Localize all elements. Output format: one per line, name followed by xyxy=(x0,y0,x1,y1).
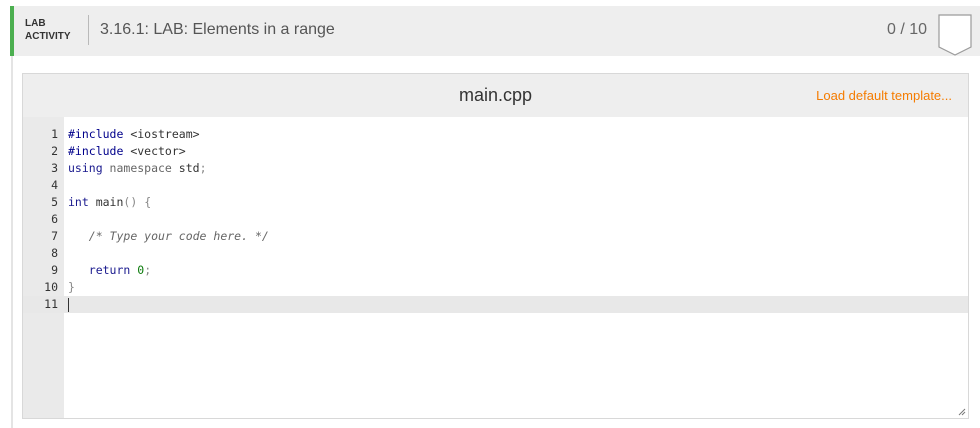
code-token: ; xyxy=(144,263,152,277)
code-line[interactable]: 1 #include <iostream> xyxy=(23,126,968,143)
line-number: 4 xyxy=(51,178,58,192)
code-token: ; xyxy=(199,161,207,175)
line-number: 11 xyxy=(44,297,58,311)
line-number: 8 xyxy=(51,246,58,260)
line-number: 6 xyxy=(51,212,58,226)
lab-title: 3.16.1: LAB: Elements in a range xyxy=(100,21,335,38)
line-code: /* Type your code here. */ xyxy=(68,228,269,245)
shield-badge-icon xyxy=(938,14,972,56)
line-number: 2 xyxy=(51,144,58,158)
code-token: #include xyxy=(68,127,124,141)
code-line[interactable]: 8 xyxy=(23,245,968,262)
editor-header: main.cpp Load default template... xyxy=(23,74,968,117)
code-token: using xyxy=(68,161,103,175)
line-number: 1 xyxy=(51,127,58,141)
code-token: return xyxy=(88,263,131,277)
line-code: using namespace std; xyxy=(68,160,207,177)
text-cursor xyxy=(68,297,69,312)
header-divider xyxy=(88,15,89,45)
code-line[interactable]: 10} xyxy=(23,279,968,296)
line-code: int main() { xyxy=(68,194,151,211)
code-token: /* Type your code here. */ xyxy=(88,229,269,243)
code-token: #include xyxy=(68,144,124,158)
lab-accent-bar xyxy=(10,6,14,56)
line-code: #include <iostream> xyxy=(68,126,200,143)
lab-tag-line2: ACTIVITY xyxy=(25,31,71,42)
lab-score: 0 / 10 xyxy=(887,21,928,38)
code-line[interactable]: 7 /* Type your code here. */ xyxy=(23,228,968,245)
code-token: } xyxy=(68,280,75,294)
line-number: 3 xyxy=(51,161,58,175)
code-line[interactable]: 9 return 0; xyxy=(23,262,968,279)
code-editor-panel: main.cpp Load default template... 1 #incl… xyxy=(22,73,969,419)
code-line[interactable]: 11 xyxy=(23,296,968,313)
lab-activity-tag: LAB ACTIVITY xyxy=(25,17,71,43)
code-token: main xyxy=(88,195,124,209)
code-line[interactable]: 6 xyxy=(23,211,968,228)
code-token: { xyxy=(144,195,152,209)
line-number: 10 xyxy=(44,280,58,294)
lab-tag-line1: LAB xyxy=(25,18,46,29)
code-line[interactable]: 4 xyxy=(23,177,968,194)
line-code xyxy=(68,296,69,313)
code-line[interactable]: 3 using namespace std; xyxy=(23,160,968,177)
line-number: 7 xyxy=(51,229,58,243)
code-area[interactable]: 1 #include <iostream> 2 #include <vector> 3 u… xyxy=(23,126,968,313)
content-left-rule xyxy=(11,56,13,428)
code-token: <vector> xyxy=(123,144,186,158)
line-code: } xyxy=(68,279,75,296)
load-default-template-link[interactable]: Load default template... xyxy=(816,88,952,103)
resize-grip-icon[interactable] xyxy=(956,406,966,416)
code-line[interactable]: 2 #include <vector> xyxy=(23,143,968,160)
line-code: #include <vector> xyxy=(68,143,186,160)
code-token: std xyxy=(171,161,200,175)
code-token: int xyxy=(68,195,89,209)
lab-header: LAB ACTIVITY 3.16.1: LAB: Elements in a … xyxy=(10,6,980,56)
code-token: namespace xyxy=(102,161,172,175)
code-line[interactable]: 5 int main() { xyxy=(23,194,968,211)
line-number: 9 xyxy=(51,263,58,277)
code-token: <iostream> xyxy=(123,127,200,141)
line-code: return 0; xyxy=(68,262,151,279)
code-token: () xyxy=(123,195,138,209)
line-number: 5 xyxy=(51,195,58,209)
